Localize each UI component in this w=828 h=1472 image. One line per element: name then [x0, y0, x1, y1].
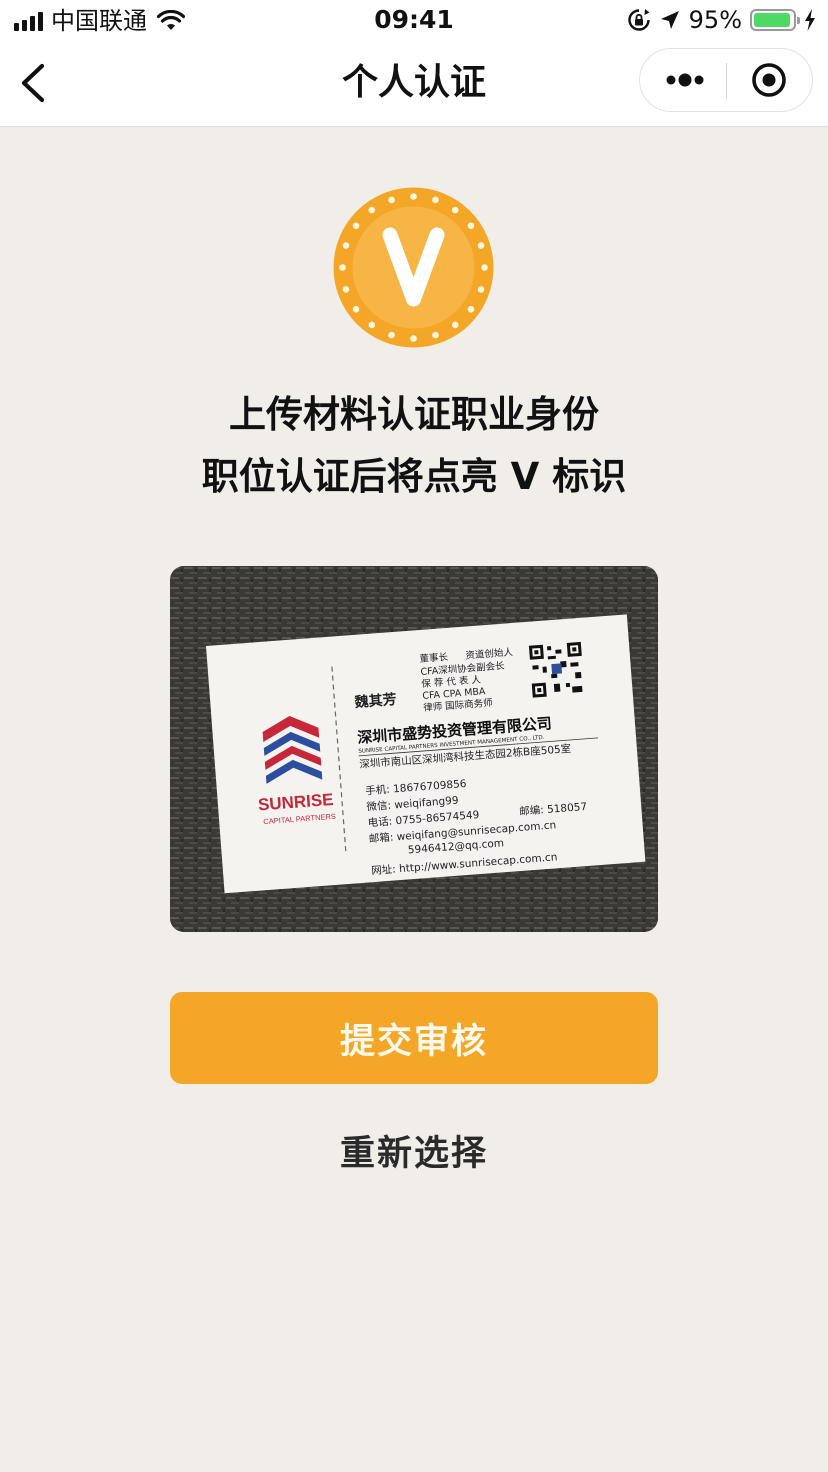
- charging-icon: [805, 9, 815, 31]
- headline-line-2: 职位认证后将点亮 V 标识: [201, 455, 627, 498]
- status-right: 95%: [627, 7, 816, 33]
- headline-line-1: 上传材料认证职业身份: [229, 393, 599, 436]
- badge-dot: [368, 206, 376, 214]
- badge-dot: [368, 321, 376, 329]
- v-badge-icon: V: [333, 187, 494, 348]
- badge-dot: [451, 206, 459, 214]
- badge-dot: [339, 264, 346, 271]
- badge-dot: [342, 242, 350, 249]
- qr-code-icon: [528, 641, 585, 698]
- badge-dot: [388, 331, 395, 339]
- chevron-left-icon: [21, 63, 45, 103]
- badge-dot: [352, 305, 360, 313]
- card-photo-image: SUNRISE CAPITAL PARTNERS 魏其芳 董事长 资道创始人 C…: [170, 566, 658, 932]
- mini-program-capsule: [639, 48, 813, 112]
- badge-dot: [451, 321, 459, 329]
- reselect-button[interactable]: 重新选择: [270, 1120, 558, 1180]
- more-button[interactable]: [640, 49, 726, 111]
- status-bar: 中国联通 09:41 95%: [0, 0, 828, 40]
- badge-dot: [388, 196, 395, 204]
- more-dots-icon: [666, 73, 704, 87]
- target-close-icon: [752, 63, 786, 97]
- badge-dot: [432, 196, 439, 204]
- badge-dot: [342, 286, 350, 293]
- battery-level-fill: [754, 13, 791, 27]
- navigation-bar: 个人认证: [0, 40, 828, 127]
- back-button[interactable]: [14, 60, 58, 106]
- badge-dot: [410, 193, 417, 200]
- submit-review-button[interactable]: 提交审核: [170, 992, 658, 1084]
- badge-dot: [432, 331, 439, 339]
- badge-dot: [477, 242, 485, 249]
- badge-dot: [467, 222, 475, 230]
- battery-percent: 95%: [688, 6, 742, 34]
- rotation-lock-icon: [627, 9, 650, 31]
- badge-dot: [467, 305, 475, 313]
- uploaded-card-photo[interactable]: SUNRISE CAPITAL PARTNERS 魏其芳 董事长 资道创始人 C…: [170, 566, 658, 932]
- badge-dot: [352, 222, 360, 230]
- badge-dot: [410, 335, 417, 342]
- badge-dot: [477, 286, 485, 293]
- card-title-1: 董事长: [419, 651, 449, 665]
- badge-dot: [481, 264, 488, 271]
- battery-icon: [750, 9, 800, 31]
- location-icon: [660, 11, 679, 29]
- close-mini-program-button[interactable]: [727, 49, 813, 111]
- card-name: 魏其芳: [353, 691, 397, 711]
